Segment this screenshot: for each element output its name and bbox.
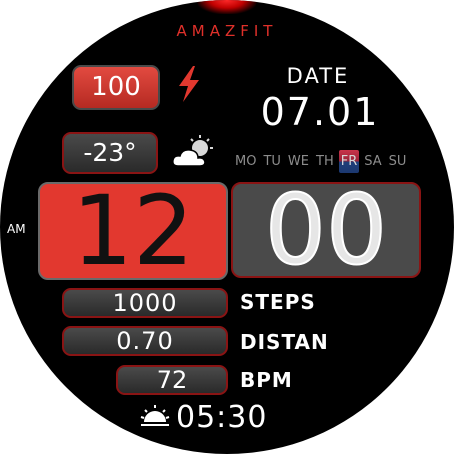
weekday-sa: SA (364, 153, 382, 169)
weekday-tu: TU (263, 153, 281, 169)
hour-panel[interactable]: 12 (38, 182, 228, 280)
hour-digits: 12 (71, 182, 195, 280)
sunrise-icon (140, 405, 170, 426)
date-value[interactable]: 07.01 (250, 90, 390, 134)
weekday-row: MO TU WE TH FR SA SU (233, 148, 411, 174)
weekday-su: SU (388, 153, 407, 169)
temperature-value[interactable]: -23° (62, 132, 158, 174)
weekday-we: WE (287, 153, 309, 169)
steps-label: STEPS (240, 290, 316, 314)
distance-value[interactable]: 0.70 (62, 326, 228, 356)
watch-face: AMAZFIT 100 -23° DATE 07.01 MO TU WE TH … (0, 0, 454, 454)
weekday-mo: MO (235, 153, 257, 169)
heart-rate-label: BPM (240, 368, 293, 392)
weekday-th: TH (316, 153, 334, 169)
distance-label: DISTAN (240, 330, 329, 354)
sunrise-time[interactable]: 05:30 (176, 400, 267, 435)
partly-cloudy-icon (172, 135, 213, 167)
date-label: DATE (286, 64, 350, 88)
heart-rate-value[interactable]: 72 (116, 365, 228, 395)
am-pm-indicator: AM (7, 222, 26, 236)
lightning-bolt-icon (179, 66, 199, 102)
top-indicator-glow (197, 0, 257, 14)
minute-digits: 00 (264, 182, 388, 278)
weekday-fr-active: FR (338, 149, 360, 173)
steps-value[interactable]: 1000 (62, 288, 228, 318)
battery-value[interactable]: 100 (72, 65, 160, 110)
brand-logo: AMAZFIT (176, 22, 278, 40)
minute-panel[interactable]: 00 (231, 182, 421, 278)
